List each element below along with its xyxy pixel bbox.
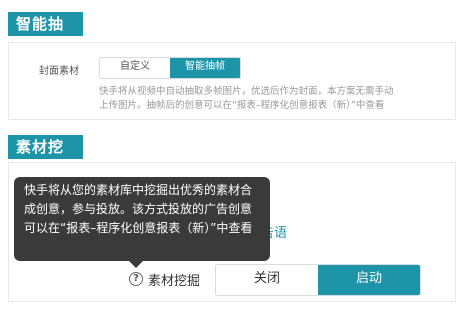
material-mining-toggle: 关闭 启动 <box>215 264 421 296</box>
cover-material-toggle: 自定义 智能抽帧 <box>99 57 241 79</box>
option-off-button[interactable]: 关闭 <box>216 265 318 295</box>
smart-frame-hint: 快手将从视频中自动抽取多帧图片，优选后作为封面，本方案无需手动上传图片。抽帧后的… <box>99 86 394 111</box>
material-mining-tooltip: 快手将从您的素材库中挖掘出优秀的素材合成创意，参与投放。该方式投放的广告创意可以… <box>14 177 270 261</box>
option-smart-frame[interactable]: 智能抽帧 <box>170 58 240 78</box>
section-title-smart-frame: 智能抽帧 <box>8 12 83 57</box>
section-title-material-mining: 素材挖掘 <box>8 135 83 180</box>
smart-frame-panel: 封面素材 自定义 智能抽帧 快手将从视频中自动抽取多帧图片，优选后作为封面，本方… <box>8 42 456 120</box>
question-circle-icon[interactable]: ? <box>129 272 143 286</box>
material-mining-label: 素材挖掘 <box>148 274 201 289</box>
option-custom[interactable]: 自定义 <box>100 58 170 78</box>
tooltip-arrow <box>129 261 143 268</box>
option-on-button[interactable]: 启动 <box>318 265 420 295</box>
cover-material-label: 封面素材 <box>39 66 79 77</box>
